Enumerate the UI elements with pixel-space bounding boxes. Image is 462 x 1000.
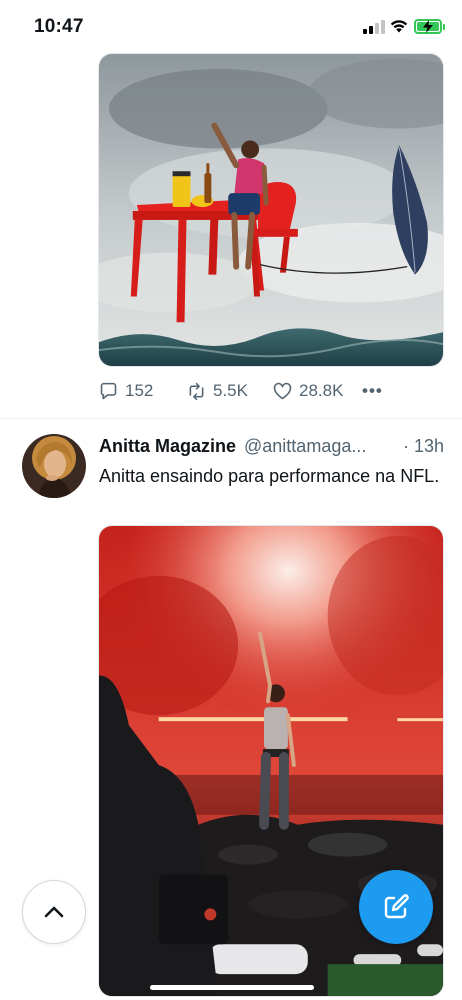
retweet-icon bbox=[189, 382, 204, 400]
more-icon: ••• bbox=[362, 381, 383, 400]
tweet-1-image[interactable] bbox=[98, 53, 444, 367]
heart-icon bbox=[273, 382, 292, 399]
signal-icon bbox=[363, 20, 385, 34]
like-count: 28.8K bbox=[299, 381, 344, 400]
wifi-icon bbox=[390, 20, 408, 33]
reply-count: 152 bbox=[125, 381, 154, 400]
status-time: 10:47 bbox=[34, 16, 84, 37]
chevron-up-icon bbox=[44, 906, 64, 918]
scroll-to-top-button[interactable] bbox=[22, 880, 86, 944]
compose-tweet-button[interactable] bbox=[359, 870, 433, 944]
status-bar: 10:47 bbox=[0, 0, 462, 52]
avatar-photo bbox=[22, 434, 86, 498]
battery-nub bbox=[443, 24, 445, 30]
charging-bolt-icon bbox=[423, 20, 433, 33]
surf-table-photo bbox=[99, 54, 443, 366]
tweet-divider bbox=[0, 418, 462, 419]
tweet-1-actions: 152 5.5K 28.8K ••• bbox=[98, 376, 444, 406]
compose-icon bbox=[384, 894, 409, 919]
more-options-button[interactable]: ••• bbox=[362, 376, 383, 406]
like-button[interactable]: 28.8K bbox=[272, 376, 343, 406]
home-indicator bbox=[150, 985, 314, 990]
reply-button[interactable]: 152 bbox=[98, 376, 153, 406]
reply-icon bbox=[100, 382, 117, 399]
retweet-count: 5.5K bbox=[213, 381, 248, 400]
retweet-button[interactable]: 5.5K bbox=[186, 376, 248, 406]
tweet-2-header: Anitta Magazine @anittamaga... · 13h bbox=[99, 436, 444, 462]
tweet-timestamp[interactable]: · 13h bbox=[403, 436, 444, 457]
author-handle[interactable]: @anittamaga... bbox=[244, 436, 366, 457]
author-name[interactable]: Anitta Magazine bbox=[99, 436, 236, 457]
avatar[interactable] bbox=[22, 434, 86, 498]
tweet-text: Anitta ensaindo para performance na NFL. bbox=[99, 466, 440, 486]
